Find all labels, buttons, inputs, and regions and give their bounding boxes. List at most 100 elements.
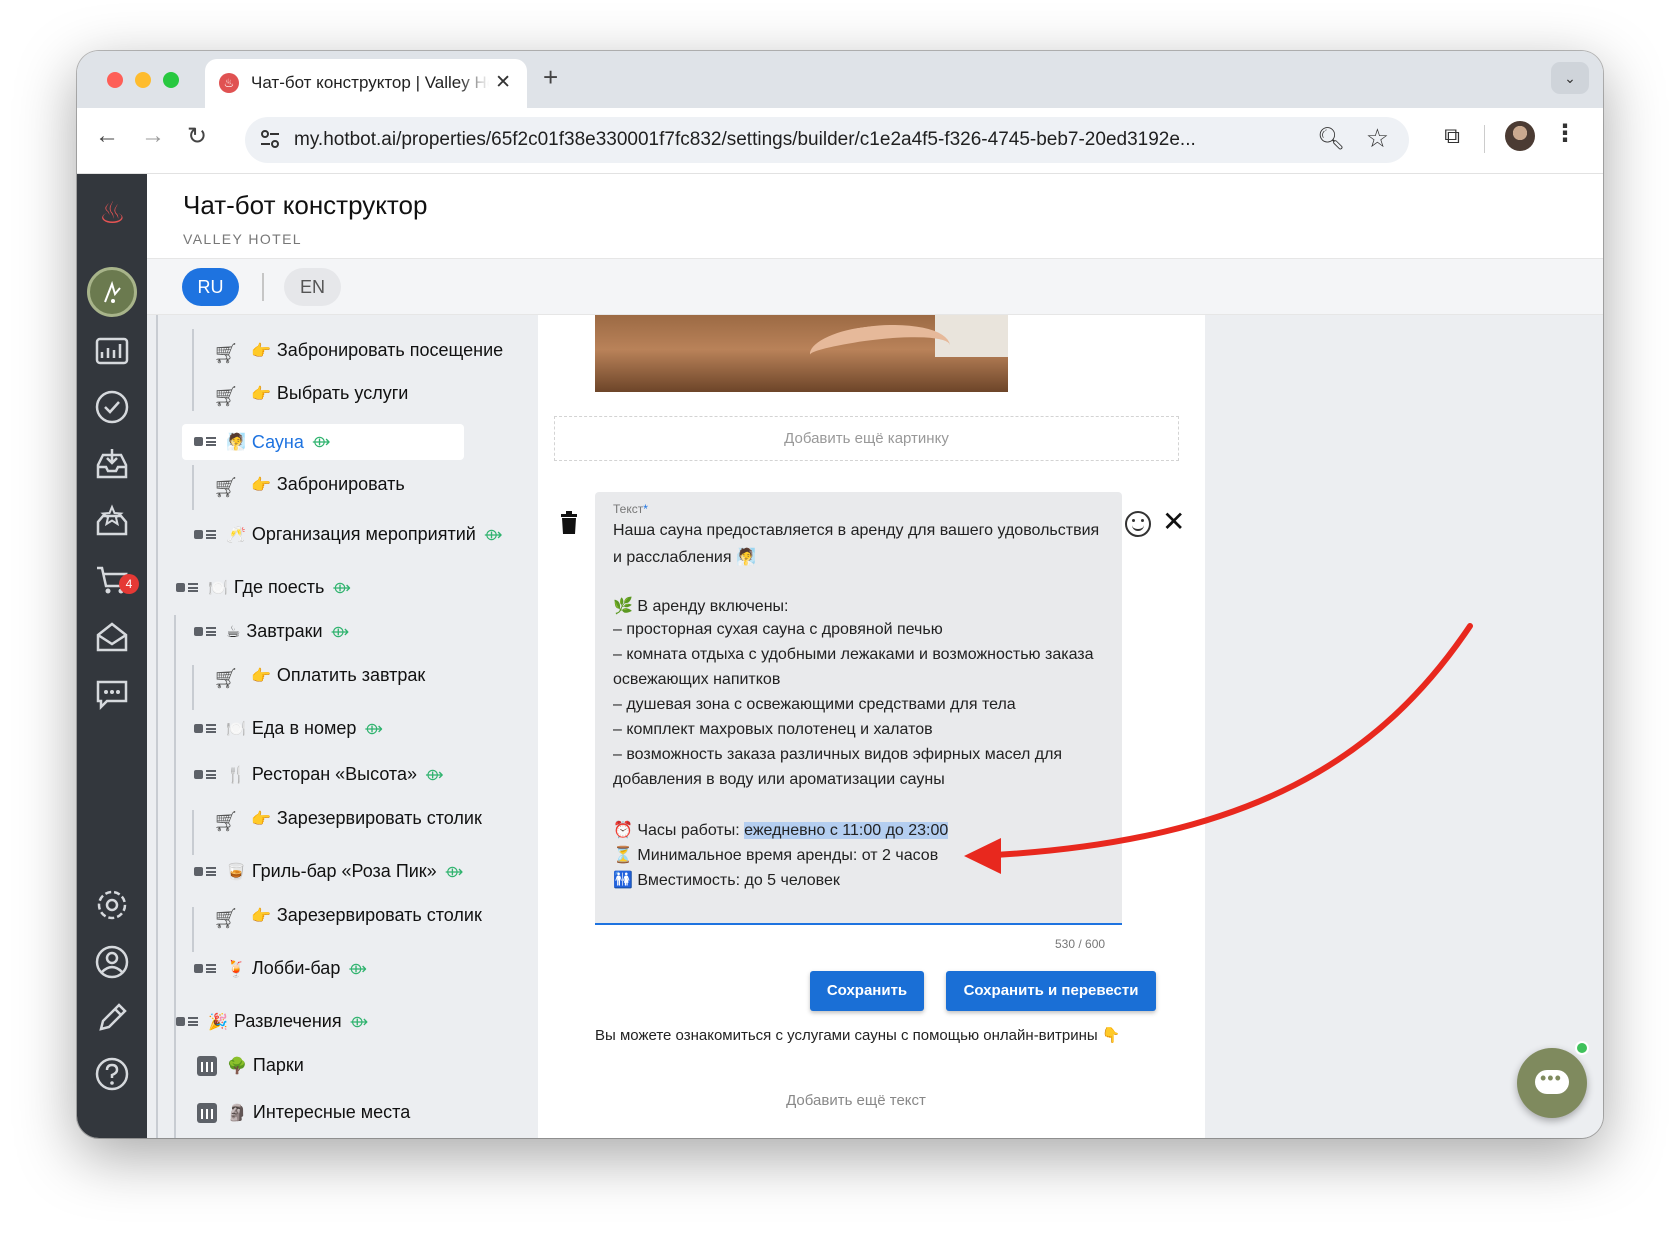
tree-item-label: Организация мероприятий [251,524,476,544]
help-icon[interactable] [77,1055,147,1098]
save-translate-button[interactable]: Сохранить и перевести [946,971,1156,1011]
close-window-button[interactable] [107,72,123,88]
url-text: my.hotbot.ai/properties/65f2c01f38e33000… [294,129,1196,150]
tab-search-chevron-icon[interactable]: ⌄ [1551,62,1589,94]
browser-menu-icon[interactable]: ⋮ [1553,119,1577,148]
browser-tab[interactable]: ♨ Чат-бот конструктор | Valley Hotel ✕ [205,59,527,108]
tree-item[interactable]: 🛒︎ 👉 Забронировать посещение [213,340,503,365]
tree-item-sauna[interactable]: 🧖 Сауна ⟴ [182,424,464,460]
tree-item-label: Где поесть [233,577,325,597]
text-line: Наша сауна предоставляется в аренду для … [613,522,1100,539]
content-editor: Добавить ещё картинку Текст* Наша сауна … [538,315,1205,1138]
tree-item[interactable]: 🎉 Развлечения ⟴ [176,1011,368,1032]
field-name: Текст [613,502,644,516]
tree-item[interactable]: 🍴 Ресторан «Высота» ⟴ [194,764,444,785]
profile-icon[interactable] [77,943,147,986]
zoom-icon[interactable]: 🔍︎ [1317,126,1345,152]
maximize-window-button[interactable] [163,72,179,88]
menu-tree: 🛒︎ 👉 Забронировать посещение 🛒︎ 👉 Выбрать ус… [147,315,538,1138]
tree-item[interactable]: 🛒︎ 👉 Оплатить завтрак [213,665,426,690]
sauna-image[interactable] [595,315,1008,392]
forward-icon[interactable]: → [141,122,165,150]
tree-item-label: Оплатить завтрак [276,665,426,685]
card-icon [194,765,218,785]
tab-title: Чат-бот конструктор | Valley Hotel [251,73,489,93]
tree-item[interactable]: 🥃 Гриль-бар «Роза Пик» ⟴ [194,861,463,882]
concierge-icon[interactable] [87,267,137,317]
reload-icon[interactable]: ↻ [187,122,207,151]
tree-item[interactable]: 🍽️ Еда в номер ⟴ [194,718,383,739]
text-line: – душевая зона с освежающими средствами … [613,696,1016,713]
tasks-icon[interactable] [77,388,147,431]
toolbar-divider [1484,125,1485,153]
back-icon[interactable]: ← [95,122,119,150]
text-line: и расслабления 🧖 [613,549,756,566]
close-icon[interactable]: ✕ [1162,505,1185,538]
fire-logo-icon[interactable]: ♨ [99,196,126,231]
item-emoji: 👉 [251,810,271,828]
address-bar[interactable]: my.hotbot.ai/properties/65f2c01f38e33000… [245,117,1409,163]
lang-ru-button[interactable]: RU [182,268,239,306]
page-title: Чат-бот конструктор [183,190,428,220]
minimize-window-button[interactable] [135,72,151,88]
text-line: ⏳ Минимальное время аренды: от 2 часов [613,847,939,864]
page-header: Чат-бот конструктор VALLEY HOTEL [147,174,1603,259]
tree-item[interactable]: 🍹 Лобби-бар ⟴ [194,958,367,979]
ai-icon: ⟴ [330,623,350,641]
extensions-icon[interactable]: ⧉ [1444,123,1460,149]
tree-item[interactable]: 🍽️ Где поесть ⟴ [176,577,351,598]
profile-avatar[interactable] [1505,121,1535,151]
chat-icon[interactable] [77,675,147,718]
text-field[interactable]: Текст* Наша сауна предоставляется в арен… [595,492,1122,925]
tree-line [192,465,194,510]
text-line: 🚻 Вместимость: до 5 человек [613,872,840,889]
item-emoji: 👉 [251,476,271,494]
new-tab-icon[interactable]: + [543,62,558,93]
cart-icon: 🛒︎ [213,907,239,930]
tree-item[interactable]: 🌳 Парки [197,1055,304,1076]
ai-icon: ⟴ [349,1013,369,1031]
tree-item[interactable]: ☕ Завтраки ⟴ [194,621,349,642]
tree-line [174,615,176,1138]
tree-item[interactable]: 🛒︎ 👉 Зарезервировать столик [213,808,482,833]
emoji-picker-icon[interactable] [1125,511,1151,537]
card-icon [176,1012,200,1032]
ai-icon: ⟴ [364,720,383,738]
reviews-icon[interactable] [77,502,147,545]
text-line: – комплект махровых полотенец и халатов [613,721,933,738]
analytics-icon[interactable] [77,331,147,374]
tree-item[interactable]: 🛒︎ 👉 Забронировать [213,474,405,499]
ai-icon: ⟴ [348,960,367,978]
lang-en-button[interactable]: EN [284,268,341,306]
tree-line [192,907,194,952]
edit-icon[interactable] [77,999,147,1042]
bookmark-star-icon[interactable]: ☆ [1366,123,1389,154]
mail-icon[interactable] [77,618,147,661]
selected-hours-text[interactable]: ежедневно с 11:00 до 23:00 [744,822,949,839]
close-tab-icon[interactable]: ✕ [495,71,511,94]
item-emoji: 👉 [251,342,271,360]
char-counter: 530 / 600 [1055,937,1106,951]
chat-widget-icon[interactable] [1517,1048,1587,1118]
trash-icon[interactable] [558,511,580,535]
card-icon [194,622,218,642]
text-field-label: Текст* [613,502,648,516]
save-button[interactable]: Сохранить [810,971,924,1011]
item-emoji: 🥂 [226,526,246,544]
app-sidebar: ♨ 4 [77,174,147,1138]
tree-item[interactable]: 🥂 Организация мероприятий ⟴ [194,524,502,545]
site-settings-icon[interactable] [259,128,281,150]
online-status-dot [1575,1041,1589,1055]
text-line: – возможность заказа различных видов эфи… [613,746,1063,763]
inbox-icon[interactable] [77,445,147,488]
settings-icon[interactable] [77,886,147,929]
add-image-button[interactable]: Добавить ещё картинку [554,416,1179,461]
tree-item[interactable]: 🛒︎ 👉 Зарезервировать столик [213,905,482,930]
card-icon [194,719,218,739]
tree-item[interactable]: 🗿 Интересные места [197,1102,410,1123]
text-line: 🌿 В аренду включены: [613,598,789,615]
add-text-button[interactable]: Добавить ещё текст [538,1092,1174,1109]
tree-item-label: Лобби-бар [251,958,341,978]
hours-label: ⏰ Часы работы: [613,822,745,839]
tree-item[interactable]: 🛒︎ 👉 Выбрать услуги [213,383,408,408]
